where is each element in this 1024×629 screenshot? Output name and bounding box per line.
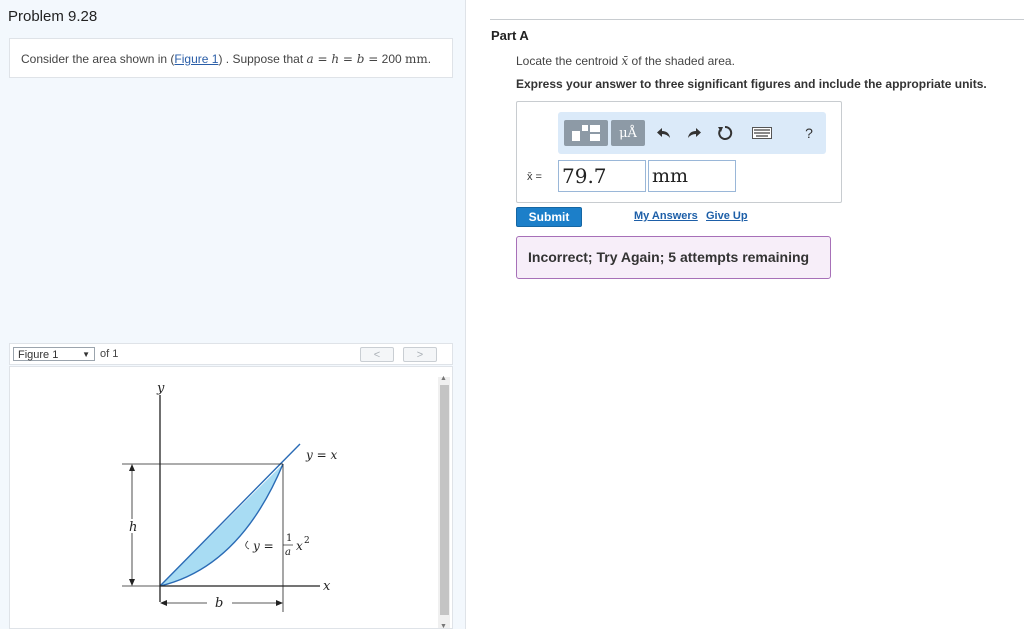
math-toolbar: μÅ ? bbox=[558, 112, 826, 154]
b-label: b bbox=[215, 596, 223, 611]
figure-panel: y x y = x h b y = 1 a x 2 ▲ ▼ bbox=[9, 366, 453, 629]
equation-unit: mm bbox=[405, 52, 428, 66]
scroll-up-icon[interactable]: ▲ bbox=[440, 375, 447, 382]
figure-link[interactable]: Figure 1 bbox=[174, 52, 218, 66]
problem-statement: Consider the area shown in (Figure 1) . … bbox=[21, 52, 432, 66]
problem-title: Problem 9.28 bbox=[8, 8, 98, 25]
help-icon[interactable]: ? bbox=[800, 120, 818, 146]
my-answers-link[interactable]: My Answers bbox=[634, 210, 698, 222]
give-up-link[interactable]: Give Up bbox=[706, 210, 748, 222]
part-title: Part A bbox=[491, 28, 529, 43]
figure-select[interactable]: Figure 1 ▼ bbox=[13, 347, 95, 361]
line-label: y = x bbox=[305, 448, 337, 462]
scroll-down-icon[interactable]: ▼ bbox=[440, 623, 447, 628]
dropdown-arrow-icon: ▼ bbox=[82, 350, 90, 359]
curve-label-numerator: 1 bbox=[286, 533, 292, 544]
curve-label-denominator: a bbox=[285, 547, 291, 558]
part-instruction: Locate the centroid x̄ of the shaded are… bbox=[516, 54, 735, 68]
answer-requirements: Express your answer to three significant… bbox=[516, 77, 987, 91]
answer-value-input[interactable]: 79.7 bbox=[558, 160, 646, 192]
reset-icon[interactable] bbox=[714, 120, 736, 146]
line-y-equals-x bbox=[159, 443, 301, 587]
answer-variable-label: x̄ = bbox=[527, 171, 542, 183]
figure-diagram: y x y = x h b y = 1 a x 2 bbox=[122, 381, 337, 612]
b-arrow-left-icon bbox=[160, 600, 167, 606]
curve-label-exponent: 2 bbox=[304, 536, 310, 546]
feedback-message-box: Incorrect; Try Again; 5 attempts remaini… bbox=[516, 236, 831, 279]
h-label: h bbox=[129, 520, 137, 535]
submit-button[interactable]: Submit bbox=[516, 207, 582, 227]
prev-figure-button[interactable]: < bbox=[360, 347, 394, 362]
equation-variables: a = h = b = bbox=[306, 52, 379, 66]
problem-statement-box: Consider the area shown in (Figure 1) . … bbox=[9, 38, 453, 78]
panel-divider bbox=[465, 0, 466, 629]
units-button[interactable]: μÅ bbox=[611, 120, 645, 146]
figure-scrollbar[interactable]: ▲ ▼ bbox=[438, 375, 450, 628]
next-figure-button[interactable]: > bbox=[403, 347, 437, 362]
keyboard-icon[interactable] bbox=[748, 120, 776, 146]
answer-unit-input[interactable]: mm bbox=[648, 160, 736, 192]
curve-leader-line bbox=[245, 540, 250, 550]
h-arrow-bottom-icon bbox=[129, 579, 135, 586]
b-arrow-right-icon bbox=[276, 600, 283, 606]
y-axis-label: y bbox=[156, 381, 165, 396]
curve-label-x: x bbox=[296, 539, 303, 553]
curve-label-y: y = bbox=[252, 539, 274, 553]
equation-value: 200 bbox=[378, 52, 406, 66]
x-axis-label: x bbox=[323, 579, 331, 594]
redo-icon[interactable] bbox=[684, 120, 704, 146]
feedback-message: Incorrect; Try Again; 5 attempts remaini… bbox=[528, 249, 810, 265]
templates-icon[interactable] bbox=[564, 120, 608, 146]
undo-icon[interactable] bbox=[654, 120, 674, 146]
figure-navigation-bar: Figure 1 ▼ of 1 < > bbox=[9, 343, 453, 365]
figure-count: of 1 bbox=[100, 348, 119, 360]
answer-box: μÅ ? x̄ = 79.7 mm bbox=[516, 101, 842, 203]
part-divider bbox=[490, 19, 1024, 20]
scroll-thumb[interactable] bbox=[440, 385, 449, 615]
h-arrow-top-icon bbox=[129, 464, 135, 471]
